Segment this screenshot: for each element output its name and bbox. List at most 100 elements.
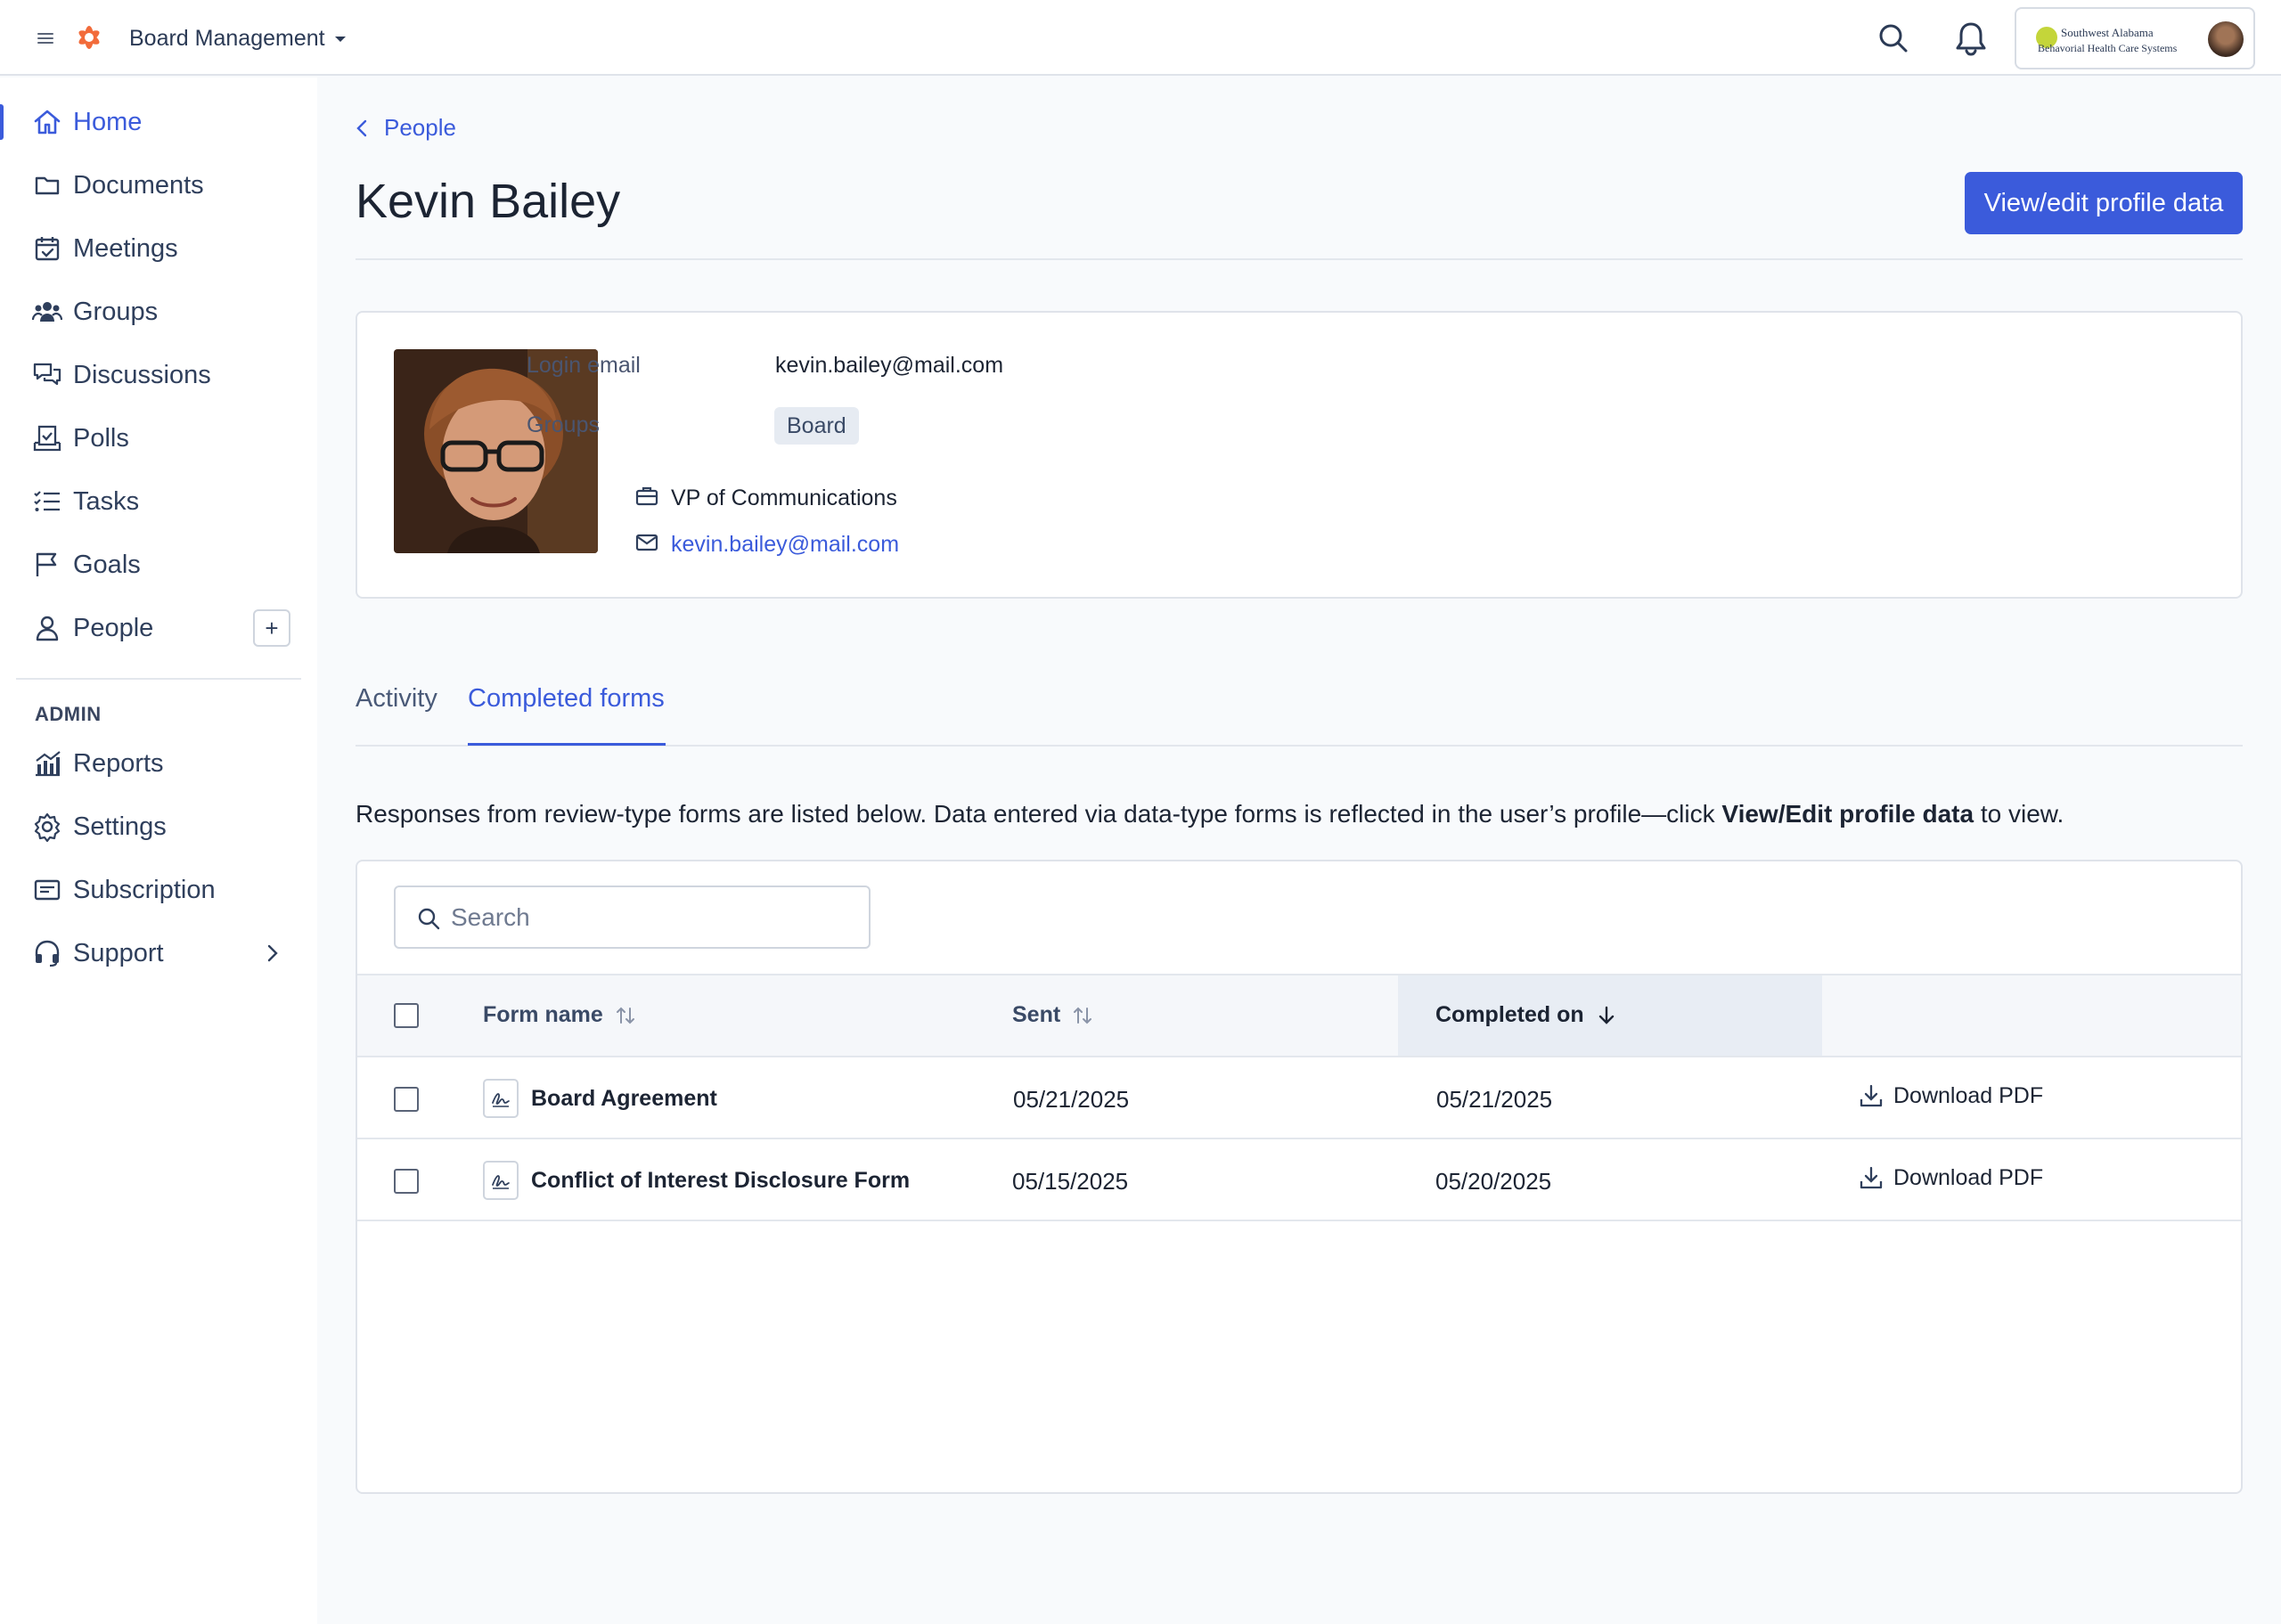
view-edit-profile-button[interactable]: View/edit profile data xyxy=(1965,172,2243,234)
signature-form-icon xyxy=(483,1161,519,1200)
sidebar-item-meetings[interactable]: Meetings xyxy=(0,224,317,273)
envelope-icon xyxy=(634,531,659,554)
completed-forms-table: Form name Sent Completed on Board Agreem… xyxy=(356,860,2243,1494)
briefcase-icon xyxy=(634,485,659,508)
download-pdf-button[interactable]: Download PDF xyxy=(1858,1164,2043,1191)
chevron-right-icon[interactable] xyxy=(266,943,280,963)
app-logo-icon[interactable] xyxy=(73,21,105,53)
row-checkbox[interactable] xyxy=(394,1087,419,1112)
organization-name-line1: Southwest Alabama xyxy=(2061,26,2154,39)
sort-descending-icon xyxy=(1598,1006,1614,1024)
search-icon[interactable] xyxy=(1876,21,1910,55)
users-icon xyxy=(32,297,62,327)
sidebar: Home Documents Meetings Groups Discussio… xyxy=(0,78,317,1624)
completed-date: 05/21/2025 xyxy=(1436,1086,1553,1113)
sidebar-item-home[interactable]: Home xyxy=(0,97,317,147)
sidebar-item-reports[interactable]: Reports xyxy=(0,739,317,788)
add-person-button[interactable]: + xyxy=(253,609,290,647)
forms-info-text: Responses from review-type forms are lis… xyxy=(356,800,2064,828)
sidebar-item-label: Home xyxy=(73,107,143,136)
info-text-part: Responses from review-type forms are lis… xyxy=(356,800,1722,828)
sidebar-item-polls[interactable]: Polls xyxy=(0,413,317,463)
sidebar-item-discussions[interactable]: Discussions xyxy=(0,350,317,400)
column-header-label: Form name xyxy=(483,1002,603,1027)
folder-icon xyxy=(32,170,62,200)
person-icon xyxy=(32,613,62,643)
sidebar-divider xyxy=(16,678,301,680)
sort-icon xyxy=(1074,1007,1092,1024)
login-email-label: Login email xyxy=(527,353,641,378)
organization-name-line2: Behavorial Health Care Systems xyxy=(2038,42,2178,54)
sidebar-item-subscription[interactable]: Subscription xyxy=(0,865,317,915)
table-row[interactable]: Conflict of Interest Disclosure Form 05/… xyxy=(357,1139,2241,1221)
column-header-completed-on[interactable]: Completed on xyxy=(1435,1002,1616,1028)
sidebar-item-label: Polls xyxy=(73,423,129,453)
flag-icon xyxy=(32,550,62,580)
sidebar-item-documents[interactable]: Documents xyxy=(0,160,317,210)
home-icon xyxy=(32,107,62,137)
sidebar-item-label: Reports xyxy=(73,748,164,778)
sidebar-item-label: Subscription xyxy=(73,875,216,904)
hamburger-menu-icon[interactable] xyxy=(36,29,55,48)
tab-completed-forms[interactable]: Completed forms xyxy=(468,684,665,714)
signature-form-icon xyxy=(483,1079,519,1118)
info-text-part: to view. xyxy=(1974,800,2064,828)
info-text-bold: View/Edit profile data xyxy=(1721,800,1974,828)
completed-date: 05/20/2025 xyxy=(1435,1168,1552,1195)
download-icon xyxy=(1860,1166,1883,1189)
sidebar-item-label: Settings xyxy=(73,812,167,841)
column-header-label: Completed on xyxy=(1435,1002,1584,1027)
sidebar-item-settings[interactable]: Settings xyxy=(0,802,317,852)
app-title[interactable]: Board Management xyxy=(129,23,325,53)
search-icon xyxy=(418,908,440,930)
download-pdf-button[interactable]: Download PDF xyxy=(1858,1082,2043,1109)
column-header-sent[interactable]: Sent xyxy=(1012,1002,1092,1028)
row-checkbox[interactable] xyxy=(394,1169,419,1194)
select-all-checkbox[interactable] xyxy=(394,1003,419,1028)
column-header-form-name[interactable]: Form name xyxy=(483,1002,635,1028)
search-input[interactable] xyxy=(451,896,852,939)
group-tag[interactable]: Board xyxy=(774,407,859,445)
sidebar-item-tasks[interactable]: Tasks xyxy=(0,477,317,526)
profile-card: Login email kevin.bailey@mail.com Groups… xyxy=(356,311,2243,599)
breadcrumb[interactable]: People xyxy=(356,114,456,142)
page-title: Kevin Bailey xyxy=(356,175,621,228)
job-title: VP of Communications xyxy=(671,486,897,510)
credit-card-icon xyxy=(32,875,62,905)
notification-bell-icon[interactable] xyxy=(1953,20,1989,57)
title-divider xyxy=(356,258,2243,260)
sent-date: 05/21/2025 xyxy=(1013,1086,1130,1113)
headset-icon xyxy=(32,938,62,968)
sidebar-item-goals[interactable]: Goals xyxy=(0,540,317,590)
table-row[interactable]: Board Agreement 05/21/2025 05/21/2025 Do… xyxy=(357,1057,2241,1139)
sidebar-item-support[interactable]: Support xyxy=(0,928,317,978)
sidebar-item-people[interactable]: People + xyxy=(0,603,317,653)
sidebar-item-label: Tasks xyxy=(73,486,140,516)
organization-switcher[interactable]: Southwest Alabama Behavorial Health Care… xyxy=(2015,7,2255,69)
form-name[interactable]: Board Agreement xyxy=(531,1086,717,1112)
tab-activity[interactable]: Activity xyxy=(356,684,437,714)
search-field[interactable] xyxy=(394,885,871,949)
calendar-check-icon xyxy=(32,233,62,264)
download-pdf-label: Download PDF xyxy=(1893,1082,2044,1108)
sidebar-item-label: Meetings xyxy=(73,233,178,263)
chevron-left-icon xyxy=(356,119,367,136)
table-header: Form name Sent Completed on xyxy=(357,974,2241,1057)
profile-photo xyxy=(394,349,598,553)
breadcrumb-people-link[interactable]: People xyxy=(384,114,456,142)
bar-chart-icon xyxy=(32,748,62,779)
sidebar-item-groups[interactable]: Groups xyxy=(0,287,317,337)
column-header-label: Sent xyxy=(1012,1002,1061,1027)
admin-section-label: ADMIN xyxy=(35,703,102,725)
download-pdf-label: Download PDF xyxy=(1893,1164,2044,1190)
sidebar-item-label: Groups xyxy=(73,297,159,326)
user-avatar[interactable] xyxy=(2208,21,2244,57)
email-link[interactable]: kevin.bailey@mail.com xyxy=(671,532,899,558)
form-name[interactable]: Conflict of Interest Disclosure Form xyxy=(531,1168,910,1194)
sidebar-item-label: Discussions xyxy=(73,360,211,389)
sidebar-item-label: People xyxy=(73,613,154,642)
login-email-value: kevin.bailey@mail.com xyxy=(775,353,1004,378)
app-switcher-caret-icon[interactable] xyxy=(333,34,347,45)
profile-tabs: Activity Completed forms xyxy=(356,677,2243,747)
gear-icon xyxy=(32,812,62,842)
